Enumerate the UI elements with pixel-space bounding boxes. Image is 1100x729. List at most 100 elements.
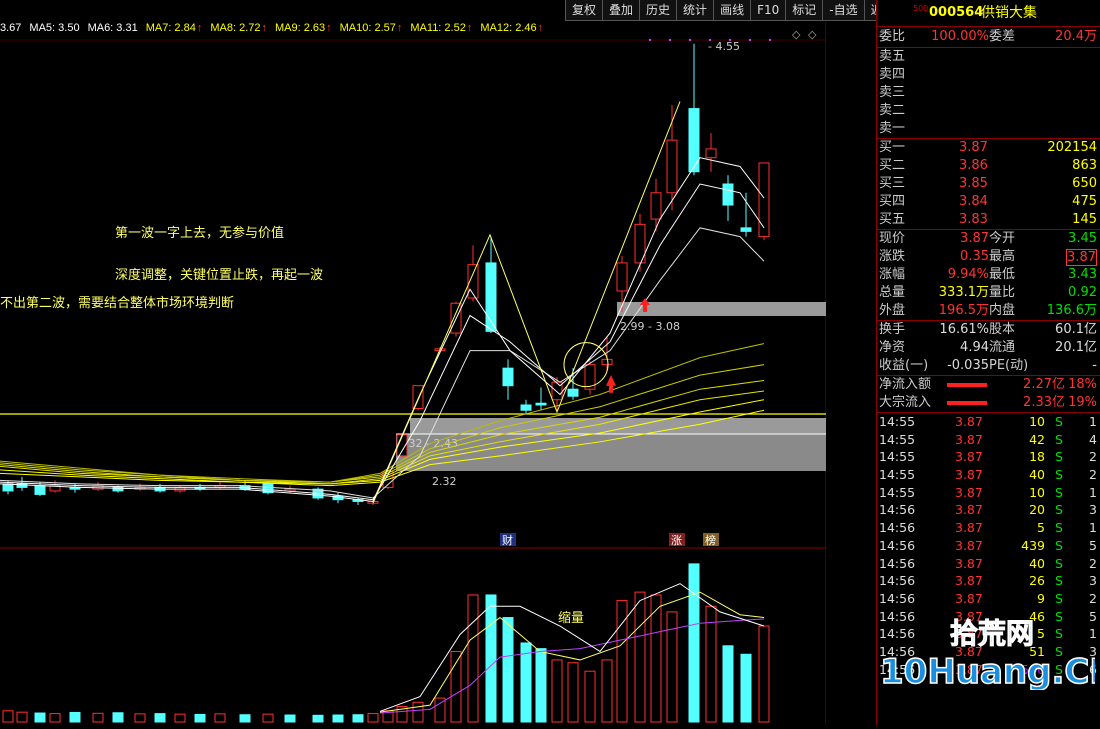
tick-price: 3.87 xyxy=(955,590,983,606)
volume-bar xyxy=(154,713,166,723)
tick-time: 14:55 xyxy=(879,449,916,465)
quote-value: 333.1万 xyxy=(938,285,989,300)
tick-count: 1 xyxy=(1089,414,1097,429)
tick-price: 3.87 xyxy=(955,467,983,483)
toolbar-button[interactable]: 复权 xyxy=(565,0,603,21)
sell-row: 卖一 xyxy=(877,120,1100,138)
tick-side: S xyxy=(1055,431,1063,447)
volume-bar xyxy=(174,713,186,723)
buy-volume: 475 xyxy=(1072,194,1097,209)
tick-row[interactable]: 14:56 3.87 5 S 1 xyxy=(877,519,1100,537)
info-label: PE(动) xyxy=(989,358,1029,373)
tick-volume: 5 xyxy=(1037,520,1045,536)
candle-body xyxy=(616,262,628,292)
tick-price: 3.87 xyxy=(955,502,983,518)
tick-time: 14:55 xyxy=(879,484,916,500)
stock-title: 500 000564 供销大集 xyxy=(877,0,1100,27)
buy-row: 买三 3.85 650 xyxy=(877,175,1100,193)
quote-label: 现价 xyxy=(879,231,906,246)
tick-count: 3 xyxy=(1089,573,1097,589)
stock-market-tag: 500 xyxy=(913,4,929,13)
tick-price: 3.87 xyxy=(955,414,983,429)
buy-price: 3.87 xyxy=(959,140,988,155)
toolbar-button[interactable]: 叠加 xyxy=(602,0,640,21)
quote-label: 今开 xyxy=(989,231,1016,246)
kline-chart-area[interactable]: 4.404.203.983.803.603.403.203.002.802.60… xyxy=(0,22,876,725)
candle-body xyxy=(412,385,424,409)
tick-count: 3 xyxy=(1089,502,1097,518)
sell-label: 卖三 xyxy=(879,85,906,100)
tick-row[interactable]: 14:56 3.87 26 S 3 xyxy=(877,572,1100,590)
tick-row[interactable]: 14:55 3.87 10 S 1 xyxy=(877,484,1100,502)
volume-bar xyxy=(262,713,274,723)
toolbar-button[interactable]: F10 xyxy=(750,0,786,21)
volume-bar xyxy=(352,714,364,723)
buy-label: 买四 xyxy=(879,194,906,209)
tick-side: S xyxy=(1055,537,1063,553)
sell-orders: 卖五 卖四 卖三 卖二 卖一 xyxy=(877,48,1100,139)
quote-row: 总量 333.1万 量比 0.92 xyxy=(877,284,1100,302)
stock-name[interactable]: 供销大集 xyxy=(981,0,1037,26)
watermark-top-text: 拾荒网 xyxy=(950,617,1034,650)
tick-volume: 40 xyxy=(1029,467,1045,483)
volume-bar xyxy=(567,662,579,723)
signal-dot xyxy=(768,38,772,42)
tick-volume: 10 xyxy=(1029,414,1045,429)
tick-row[interactable]: 14:56 3.87 439 S 5 xyxy=(877,537,1100,555)
toolbar-button[interactable]: 画线 xyxy=(713,0,751,21)
low-label: 2.32 xyxy=(432,475,457,488)
buy-row: 买一 3.87 202154 xyxy=(877,139,1100,157)
quote-value: 196.5万 xyxy=(938,303,989,318)
buy-label: 买五 xyxy=(879,212,906,227)
volume-bar xyxy=(312,714,324,723)
sell-row: 卖五 xyxy=(877,48,1100,66)
tick-row[interactable]: 14:55 3.87 40 S 2 xyxy=(877,466,1100,484)
candle-body xyxy=(740,227,752,232)
quote-label: 总量 xyxy=(879,285,906,300)
trading-terminal: 3.67 MA5: 3.50 MA6: 3.31 MA7: 2.84↑ MA8: 2.7… xyxy=(0,0,1100,725)
candle-body xyxy=(705,148,717,159)
tick-count: 1 xyxy=(1089,520,1097,536)
quote-label: 外盘 xyxy=(879,303,906,318)
zone-label: 2.99 - 3.08 xyxy=(620,320,680,333)
buy-row: 买五 3.83 145 xyxy=(877,211,1100,229)
volume-bar xyxy=(367,713,379,723)
buy-row: 买四 3.84 475 xyxy=(877,193,1100,211)
quote-value: 9.94% xyxy=(947,267,989,282)
tick-count: 2 xyxy=(1089,590,1097,606)
signal-dot xyxy=(668,38,672,42)
volume-annotation: 缩量 xyxy=(558,610,584,626)
tick-price: 3.87 xyxy=(955,555,983,571)
tick-time: 14:56 xyxy=(879,573,916,589)
buy-price: 3.86 xyxy=(959,158,988,173)
tick-row[interactable]: 14:56 3.87 40 S 2 xyxy=(877,555,1100,573)
toolbar-button[interactable]: -自选 xyxy=(822,0,864,21)
info-value: 16.61% xyxy=(939,322,989,337)
tick-time: 14:56 xyxy=(879,537,916,553)
sell-label: 卖五 xyxy=(879,49,906,64)
tick-row[interactable]: 14:56 3.87 9 S 2 xyxy=(877,590,1100,608)
info-value: 60.1亿 xyxy=(1055,322,1097,337)
tick-row[interactable]: 14:55 3.87 10 S 1 xyxy=(877,413,1100,431)
flow-row: 净流入额 2.27亿 18% xyxy=(877,376,1100,394)
quote-value: 3.87 xyxy=(1066,249,1097,266)
quote-row: 外盘 196.5万 内盘 136.6万 xyxy=(877,302,1100,320)
diamond-icon: ◇ xyxy=(808,28,817,41)
volume-bar xyxy=(601,659,613,723)
volume-bar xyxy=(722,645,734,723)
tick-row[interactable]: 14:55 3.87 42 S 4 xyxy=(877,431,1100,449)
volume-bar xyxy=(92,712,104,723)
toolbar-button[interactable]: 统计 xyxy=(676,0,714,21)
tick-row[interactable]: 14:56 3.87 20 S 3 xyxy=(877,501,1100,519)
kline-chart[interactable]: 4.404.203.983.803.603.403.203.002.802.60… xyxy=(0,22,876,725)
tick-time: 14:55 xyxy=(879,414,916,429)
stock-code[interactable]: 000564 xyxy=(929,0,983,26)
toolbar-button[interactable]: 标记 xyxy=(785,0,823,21)
candle-body xyxy=(722,183,734,206)
tick-volume: 9 xyxy=(1037,590,1045,606)
flow-bar xyxy=(947,401,987,405)
toolbar-button[interactable]: 历史 xyxy=(639,0,677,21)
info-label: 收益(一) xyxy=(879,358,929,373)
tick-row[interactable]: 14:55 3.87 18 S 2 xyxy=(877,448,1100,466)
candle-body xyxy=(2,483,14,492)
